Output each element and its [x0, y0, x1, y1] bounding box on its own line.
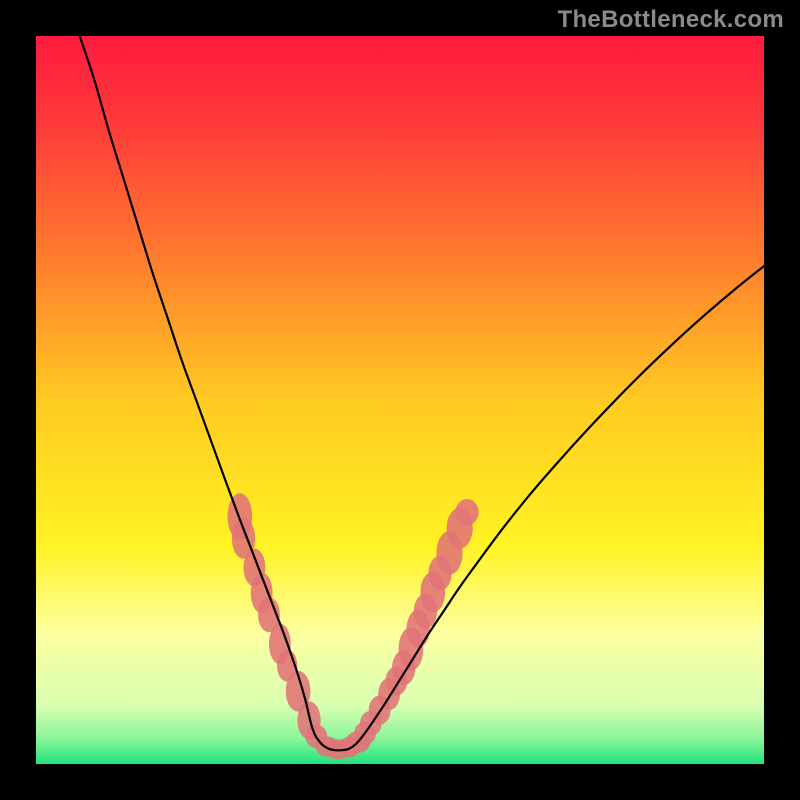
- stage: TheBottleneck.com: [0, 0, 800, 800]
- data-marker: [455, 499, 478, 525]
- plot-area: [36, 36, 764, 764]
- watermark-text: TheBottleneck.com: [558, 6, 784, 34]
- chart-svg: [36, 36, 764, 764]
